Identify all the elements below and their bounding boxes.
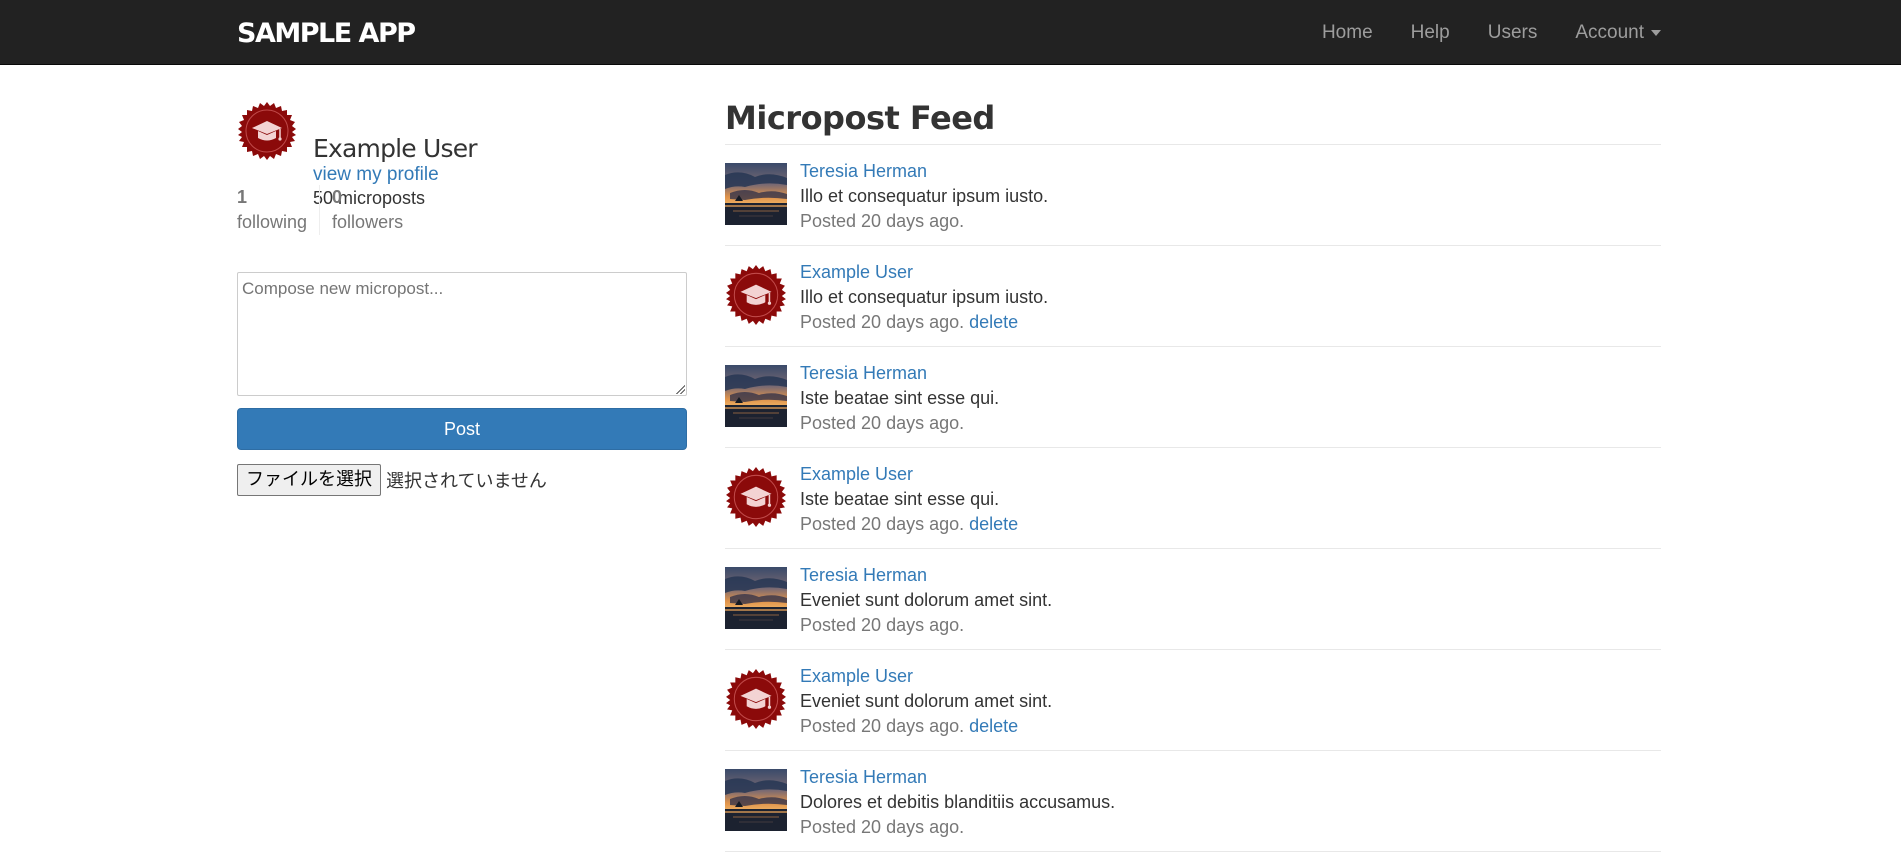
choose-file-button[interactable]: ファイルを選択	[237, 464, 381, 496]
delete-link[interactable]: delete	[969, 312, 1018, 332]
sunset-photo-icon	[725, 769, 787, 831]
feed-time-text: Posted 20 days ago.	[800, 615, 965, 635]
sunset-photo-icon	[725, 567, 787, 629]
feed-user-link[interactable]: Teresia Herman	[800, 361, 927, 385]
feed-user-link[interactable]: Example User	[800, 462, 913, 486]
feed-item: Teresia Herman Dolores et debitis blandi…	[725, 751, 1661, 852]
feed-avatar[interactable]	[725, 466, 787, 528]
feed-timestamp: Posted 20 days ago.	[800, 815, 964, 839]
following-label: following	[237, 212, 308, 232]
nav-account-label: Account	[1575, 22, 1644, 43]
feed-item: Teresia Herman Eveniet sunt dolorum amet…	[725, 549, 1661, 650]
nav-account-dropdown[interactable]: Account	[1556, 0, 1661, 65]
graduation-badge-icon	[725, 668, 787, 730]
feed-item: Teresia Herman Illo et consequatur ipsum…	[725, 145, 1661, 246]
feed-item: Example User Illo et consequatur ipsum i…	[725, 246, 1661, 347]
delete-link[interactable]: delete	[969, 716, 1018, 736]
post-button[interactable]: Post	[237, 408, 687, 450]
feed-avatar[interactable]	[725, 567, 787, 629]
feed-item: Teresia Herman Iste beatae sint esse qui…	[725, 347, 1661, 448]
feed-item: Example User Iste beatae sint esse qui. …	[725, 448, 1661, 549]
user-name: Example User	[313, 134, 478, 163]
feed-user-link[interactable]: Example User	[800, 664, 913, 688]
user-avatar[interactable]	[237, 101, 297, 161]
feed-timestamp: Posted 20 days ago. delete	[800, 512, 1018, 536]
feed-title: Micropost Feed	[725, 99, 995, 137]
feed-time-text: Posted 20 days ago.	[800, 817, 965, 837]
feed-user-link[interactable]: Example User	[800, 260, 913, 284]
feed-list: Teresia Herman Illo et consequatur ipsum…	[725, 144, 1661, 852]
feed-content: Illo et consequatur ipsum iusto.	[800, 186, 1049, 206]
feed-content: Iste beatae sint esse qui.	[800, 489, 1000, 509]
feed-avatar[interactable]	[725, 769, 787, 831]
feed-user-link[interactable]: Teresia Herman	[800, 563, 927, 587]
micropost-composer: Post ファイルを選択 選択されていません	[237, 272, 687, 496]
graduation-badge-icon	[237, 101, 297, 161]
followers-stat[interactable]: 0 followers	[319, 185, 415, 235]
feed-content: Eveniet sunt dolorum amet sint.	[800, 590, 1053, 610]
following-count: 1	[237, 187, 248, 207]
feed-time-text: Posted 20 days ago.	[800, 413, 965, 433]
view-profile-link[interactable]: view my profile	[313, 163, 439, 187]
feed-avatar[interactable]	[725, 668, 787, 730]
feed-timestamp: Posted 20 days ago.	[800, 209, 964, 233]
feed-user-link[interactable]: Teresia Herman	[800, 159, 927, 183]
caret-down-icon	[1651, 29, 1661, 36]
sunset-photo-icon	[725, 163, 787, 225]
file-upload-row: ファイルを選択 選択されていません	[237, 464, 687, 496]
nav-help-link[interactable]: Help	[1392, 0, 1469, 65]
feed-content: Dolores et debitis blanditiis accusamus.	[800, 792, 1116, 812]
nav-home-link[interactable]: Home	[1303, 0, 1392, 65]
user-stats: 1 following 0 followers	[237, 185, 415, 235]
feed-avatar[interactable]	[725, 264, 787, 326]
resize-handle-icon[interactable]	[675, 384, 685, 394]
followers-count: 0	[332, 187, 343, 207]
feed-item: Example User Eveniet sunt dolorum amet s…	[725, 650, 1661, 751]
following-stat[interactable]: 1 following	[237, 185, 319, 235]
feed-timestamp: Posted 20 days ago. delete	[800, 310, 1018, 334]
graduation-badge-icon	[725, 466, 787, 528]
feed-time-text: Posted 20 days ago.	[800, 312, 965, 332]
feed-timestamp: Posted 20 days ago.	[800, 411, 964, 435]
micropost-textarea[interactable]	[237, 272, 687, 396]
feed-time-text: Posted 20 days ago.	[800, 716, 965, 736]
file-status-text: 選択されていません	[386, 471, 547, 492]
feed-avatar[interactable]	[725, 365, 787, 427]
followers-label: followers	[332, 212, 404, 232]
sunset-photo-icon	[725, 365, 787, 427]
feed-timestamp: Posted 20 days ago. delete	[800, 714, 1018, 738]
feed-time-text: Posted 20 days ago.	[800, 514, 965, 534]
graduation-badge-icon	[725, 264, 787, 326]
feed-time-text: Posted 20 days ago.	[800, 211, 965, 231]
feed-content: Illo et consequatur ipsum iusto.	[800, 287, 1049, 307]
feed-content: Eveniet sunt dolorum amet sint.	[800, 691, 1053, 711]
navbar: SAMPLE APP Home Help Users Account	[0, 0, 1901, 65]
nav-users-link[interactable]: Users	[1469, 0, 1557, 65]
feed-content: Iste beatae sint esse qui.	[800, 388, 1000, 408]
brand-logo[interactable]: SAMPLE APP	[237, 16, 416, 52]
feed-timestamp: Posted 20 days ago.	[800, 613, 964, 637]
feed-user-link[interactable]: Teresia Herman	[800, 765, 927, 789]
delete-link[interactable]: delete	[969, 514, 1018, 534]
feed-avatar[interactable]	[725, 163, 787, 225]
nav-links: Home Help Users Account	[1303, 0, 1661, 65]
